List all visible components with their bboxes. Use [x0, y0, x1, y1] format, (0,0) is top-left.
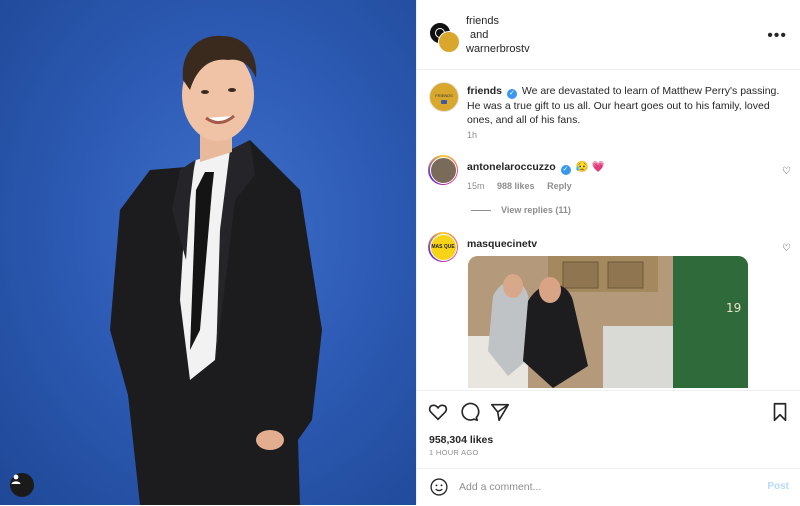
comment-like-heart-icon[interactable]: ♡: [782, 243, 791, 254]
comment-username[interactable]: masquecinetv: [467, 238, 537, 250]
tagged-user-button[interactable]: [10, 473, 34, 497]
likes-count[interactable]: 958,304 likes: [429, 434, 493, 446]
comment-avatar[interactable]: [428, 155, 458, 185]
emoji-icon[interactable]: [429, 477, 449, 497]
caption-username[interactable]: friends: [467, 85, 502, 97]
comment-like-heart-icon[interactable]: ♡: [782, 166, 791, 177]
comment-composer: Post: [417, 468, 800, 506]
more-options-icon[interactable]: •••: [767, 27, 787, 45]
post-timestamp[interactable]: 1 HOUR AGO: [429, 448, 479, 457]
post-photo-figure: [110, 35, 322, 505]
verified-badge-icon: ✓: [506, 89, 517, 99]
comment-time[interactable]: 15m: [467, 181, 485, 191]
post-caption: friends ✓ We are devastated to learn of …: [467, 84, 785, 127]
heart-icon[interactable]: [427, 401, 449, 423]
friends-avatar: [438, 31, 460, 53]
collab-names: friends and warnerbrostv: [466, 14, 530, 56]
comment-avatar[interactable]: MAS QUE CINE: [428, 232, 458, 262]
comment-text: masquecinetv: [467, 237, 537, 251]
masquecine-avatar-image: MAS QUE CINE: [429, 233, 457, 261]
gif-scene: 19: [468, 256, 748, 388]
post-sidebar: friends and warnerbrostv ••• FRIENDS fri…: [416, 0, 800, 505]
reply-button[interactable]: Reply: [547, 181, 572, 191]
svg-text:19: 19: [726, 301, 741, 315]
post-comment-button[interactable]: Post: [767, 481, 789, 492]
comments-list[interactable]: FRIENDS friends ✓ We are devastated to l…: [417, 70, 800, 388]
antonela-avatar-image: [429, 156, 457, 184]
action-bar: [417, 390, 800, 431]
view-replies-button[interactable]: View replies (11): [471, 205, 571, 215]
comment-gif-image[interactable]: 19: [468, 256, 748, 388]
verified-badge-icon: ✓: [560, 165, 571, 175]
header-account-friends[interactable]: friends: [466, 14, 530, 28]
header-account-warnerbrostv[interactable]: warnerbrostv: [466, 42, 530, 56]
comment-meta: 15m 988 likes Reply: [467, 181, 582, 191]
comment-icon[interactable]: [458, 401, 480, 423]
comment-username[interactable]: antonelaroccuzzo: [467, 161, 556, 173]
collab-avatars[interactable]: [429, 22, 460, 53]
bookmark-icon[interactable]: [769, 401, 791, 423]
comment-text: antonelaroccuzzo ✓ 😥 💗: [467, 160, 605, 175]
comment-likes[interactable]: 988 likes: [497, 181, 535, 191]
post-photo[interactable]: [0, 0, 416, 505]
header-joiner: and: [470, 29, 489, 41]
comment-input[interactable]: [459, 478, 739, 496]
send-icon[interactable]: [489, 401, 511, 423]
user-icon: [11, 474, 21, 484]
comment-emojis: 😥 💗: [575, 161, 605, 173]
post-header: friends and warnerbrostv •••: [417, 0, 800, 70]
caption-avatar[interactable]: FRIENDS: [429, 82, 459, 112]
caption-time[interactable]: 1h: [467, 130, 477, 140]
